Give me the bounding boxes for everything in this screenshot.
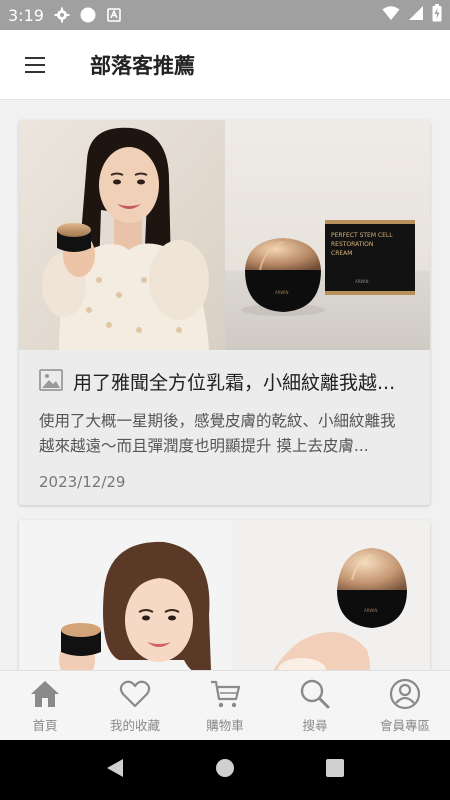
svg-text:PERFECT STEM CELL: PERFECT STEM CELL xyxy=(331,232,393,239)
cart-icon xyxy=(211,680,241,707)
app-bar: 部落客推薦 xyxy=(0,30,450,100)
blog-card-date: 2023/12/29 xyxy=(39,473,126,491)
status-bar: 3:19 xyxy=(0,0,450,30)
blogger-photo xyxy=(19,120,225,350)
bottom-navigation: 首頁 我的收藏 購物車 搜尋 會員專區 xyxy=(0,670,450,740)
battery-icon xyxy=(432,4,442,26)
nav-label-search: 搜尋 xyxy=(302,717,328,733)
nav-item-favorites[interactable]: 我的收藏 xyxy=(90,671,180,740)
blog-card-description: 使用了大概一星期後，感覺皮膚的乾紋、小細紋離我越來越遠～而且彈潤度也明顯提升 摸… xyxy=(39,412,396,455)
blogger-recommendation-list[interactable]: PERFECT STEM CELL RESTORATION CREAM ARWI… xyxy=(0,100,450,670)
product-photo: PERFECT STEM CELL RESTORATION CREAM ARWI… xyxy=(224,120,431,350)
home-button-icon[interactable] xyxy=(215,758,235,782)
svg-text:ARWIN: ARWIN xyxy=(275,290,288,295)
blog-card-image: PERFECT STEM CELL RESTORATION CREAM ARWI… xyxy=(19,120,430,350)
signal-icon xyxy=(408,5,424,25)
nav-item-member[interactable]: 會員專區 xyxy=(360,671,450,740)
product-photo: ARWIN xyxy=(232,520,430,670)
svg-text:ARWIN: ARWIN xyxy=(364,608,377,613)
blog-card-title[interactable]: 用了雅聞全方位乳霜，小細紋離我越... xyxy=(73,368,395,395)
nav-item-cart[interactable]: 購物車 xyxy=(180,671,270,740)
page-title: 部落客推薦 xyxy=(90,53,195,78)
nav-label-home: 首頁 xyxy=(32,717,58,733)
nav-label-favorites: 我的收藏 xyxy=(109,717,160,733)
back-icon[interactable] xyxy=(105,757,125,783)
app-notification-icon xyxy=(106,7,122,23)
home-icon xyxy=(31,680,59,707)
svg-text:RESTORATION: RESTORATION xyxy=(331,241,373,248)
circle-status-icon xyxy=(80,7,96,23)
settings-gear-icon xyxy=(54,7,70,23)
wifi-icon xyxy=(382,5,400,25)
nav-item-search[interactable]: 搜尋 xyxy=(270,671,360,740)
status-time: 3:19 xyxy=(8,5,44,25)
image-placeholder-icon xyxy=(39,368,63,395)
heart-icon xyxy=(119,680,151,707)
svg-text:ARWIN: ARWIN xyxy=(355,279,368,284)
search-icon xyxy=(300,679,330,708)
menu-button[interactable] xyxy=(0,30,70,100)
user-icon xyxy=(389,678,421,709)
hamburger-menu-icon xyxy=(25,56,45,73)
blogger-photo xyxy=(19,520,232,670)
system-navigation-bar xyxy=(0,740,450,800)
blog-card-image: ARWIN xyxy=(19,520,430,670)
nav-label-member: 會員專區 xyxy=(379,717,430,733)
blog-card[interactable]: ARWIN xyxy=(19,520,430,670)
blog-card[interactable]: PERFECT STEM CELL RESTORATION CREAM ARWI… xyxy=(19,120,430,505)
svg-text:CREAM: CREAM xyxy=(331,250,352,257)
recents-icon[interactable] xyxy=(325,758,345,782)
nav-label-cart: 購物車 xyxy=(206,717,244,733)
nav-item-home[interactable]: 首頁 xyxy=(0,671,90,740)
